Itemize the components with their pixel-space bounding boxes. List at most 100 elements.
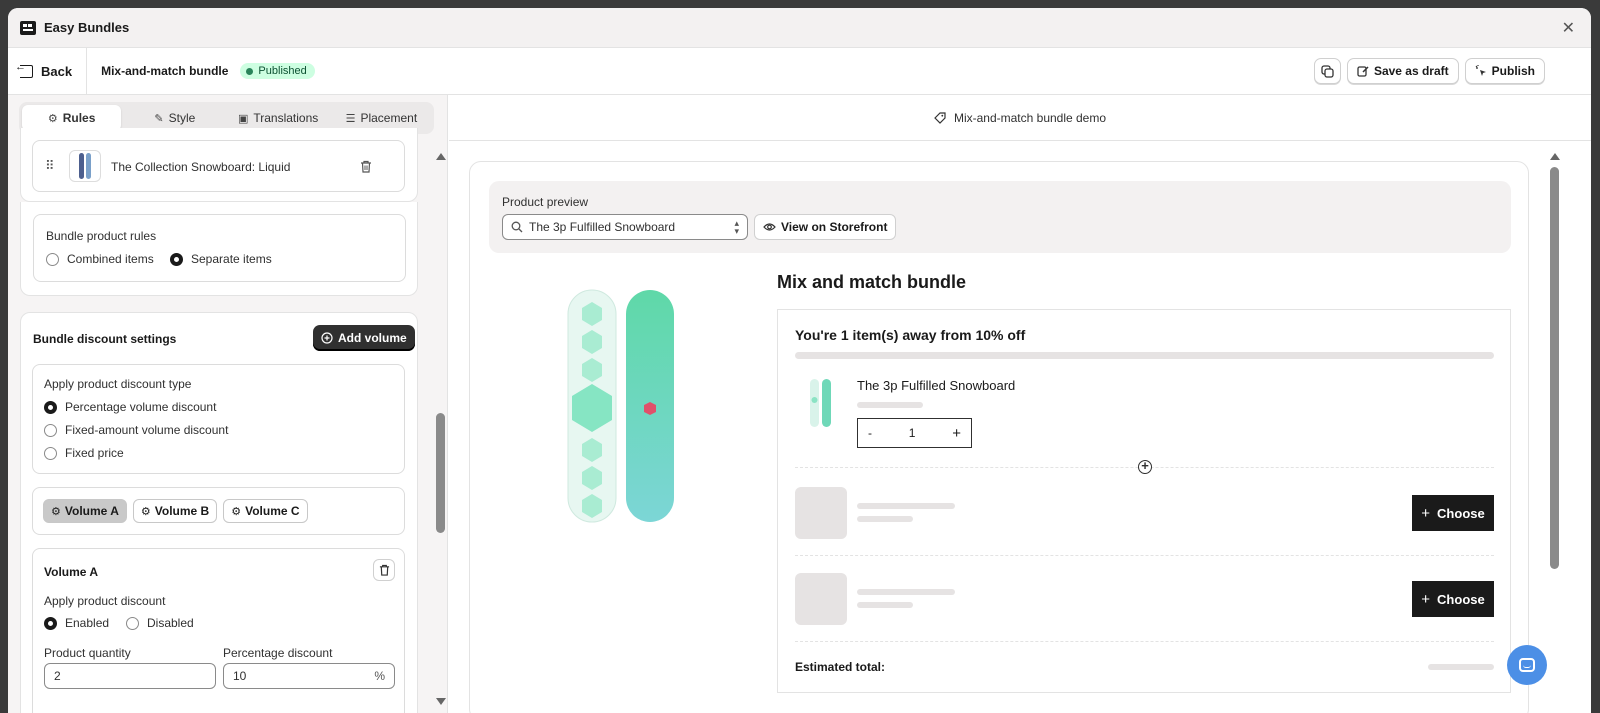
empty-slot-image (795, 573, 847, 625)
add-item-plus-icon: + (1138, 459, 1152, 474)
product-thumbnail (69, 150, 101, 182)
radio-enabled[interactable]: Enabled (44, 616, 109, 630)
select-chevron-icon: ▴ ▾ (734, 218, 739, 236)
empty-slot-price-skeleton (857, 602, 913, 608)
settings-panel: ⚙ Rules ✎ Style ▣ Translations ☰ Placeme… (8, 95, 448, 713)
product-quantity-label: Product quantity (44, 646, 131, 660)
radio-fixed-price-label: Fixed price (65, 446, 124, 460)
tab-style-label: Style (168, 111, 196, 125)
badge-percent-icon: ⚙ (231, 505, 242, 518)
choose-button-2[interactable]: + Choose (1412, 581, 1494, 617)
view-storefront-button[interactable]: View on Storefront (754, 214, 897, 240)
preview-panel: Mix-and-match bundle demo Product previe… (449, 95, 1591, 713)
item-price-skeleton (857, 402, 923, 408)
bundle-name: Mix-and-match bundle (101, 64, 229, 78)
view-storefront-label: View on Storefront (781, 220, 888, 234)
radio-circle (46, 252, 59, 266)
product-item: ⠿ The Collection Snowboard: Liquid (32, 140, 405, 192)
volume-delete-button[interactable] (373, 559, 395, 581)
bundle-rules-card: Bundle product rules Combined items Sepa… (20, 202, 418, 296)
chat-button[interactable] (1507, 645, 1547, 685)
increase-button[interactable]: + (952, 425, 961, 442)
app-title: Easy Bundles (44, 20, 130, 35)
eye-icon (763, 223, 776, 231)
radio-circle (44, 446, 57, 460)
save-draft-button[interactable]: Save as draft (1346, 58, 1459, 84)
title-bar: Easy Bundles ✕ (8, 8, 1591, 48)
tab-placement-label: Placement (360, 111, 418, 125)
discount-settings-card: Bundle discount settings Add volume Appl… (20, 312, 418, 713)
selected-product: The 3p Fulfilled Snowboard (529, 220, 676, 234)
product-select[interactable]: The 3p Fulfilled Snowboard ▴ ▾ (502, 214, 748, 240)
save-draft-label: Save as draft (1373, 64, 1449, 78)
scroll-up-arrow-icon[interactable] (1550, 153, 1560, 160)
product-quantity-input[interactable]: 2 (44, 663, 216, 689)
percentage-discount-label: Percentage discount (223, 646, 333, 660)
volume-b-button[interactable]: ⚙ Volume B (132, 499, 218, 523)
radio-fixed-amount[interactable]: Fixed-amount volume discount (44, 423, 228, 437)
header-actions: Save as draft Publish (1313, 58, 1545, 84)
decrease-button[interactable]: - (868, 426, 872, 440)
plus-circle-icon (321, 332, 333, 344)
empty-slot-price-skeleton (857, 516, 913, 522)
plus-icon: + (1421, 590, 1431, 608)
search-icon (511, 221, 523, 233)
radio-separate-items[interactable]: Separate items (170, 252, 272, 266)
product-name: The Collection Snowboard: Liquid (111, 160, 291, 174)
bundle-title: Mix and match bundle (777, 272, 967, 292)
radio-combined-label: Combined items (67, 252, 154, 266)
add-volume-label: Add volume (338, 331, 407, 345)
choose-label: Choose (1437, 505, 1485, 521)
radio-fixed-amount-label: Fixed-amount volume discount (65, 423, 229, 437)
settings-scrollbar[interactable] (436, 149, 446, 705)
scrollbar-thumb[interactable] (436, 413, 445, 533)
snowboard-thumb-icon (79, 153, 91, 179)
radio-enabled-label: Enabled (65, 616, 110, 630)
radio-percentage-volume[interactable]: Percentage volume discount (44, 400, 216, 414)
drag-handle-icon[interactable]: ⠿ (45, 158, 54, 174)
cursor-click-icon (1475, 65, 1486, 76)
radio-circle (126, 616, 139, 630)
quantity-stepper[interactable]: - 1 + (857, 418, 972, 448)
add-volume-button[interactable]: Add volume (313, 325, 415, 351)
radio-circle (44, 423, 57, 437)
page-header: Back Mix-and-match bundle Published Save… (8, 48, 1591, 95)
app-window: Easy Bundles ✕ Back Mix-and-match bundle… (8, 8, 1591, 713)
publish-button[interactable]: Publish (1464, 58, 1545, 84)
volume-c-label: Volume C (245, 504, 300, 518)
exit-arrow-icon (15, 61, 33, 78)
volume-a-button[interactable]: ⚙ Volume A (43, 499, 127, 523)
choose-button-1[interactable]: + Choose (1412, 495, 1494, 531)
selected-item-thumbnail (810, 379, 831, 427)
percentage-discount-input[interactable]: 10 % (223, 663, 395, 689)
percent-suffix: % (374, 669, 385, 683)
scroll-up-arrow-icon[interactable] (436, 153, 446, 160)
trash-icon (379, 564, 389, 576)
tab-translations-label: Translations (253, 111, 319, 125)
estimated-total-label: Estimated total: (795, 660, 886, 674)
estimated-total-skeleton (1428, 664, 1494, 670)
duplicate-button[interactable] (1313, 58, 1341, 84)
close-icon[interactable]: ✕ (1562, 18, 1575, 38)
radio-fixed-price[interactable]: Fixed price (44, 446, 124, 460)
radio-percentage-label: Percentage volume discount (65, 400, 217, 414)
back-label: Back (41, 63, 73, 79)
trash-icon[interactable] (360, 160, 372, 173)
radio-combined-items[interactable]: Combined items (46, 252, 154, 266)
scrollbar-thumb[interactable] (1550, 167, 1559, 569)
radio-disabled[interactable]: Disabled (126, 616, 194, 630)
volume-c-button[interactable]: ⚙ Volume C (223, 499, 308, 523)
tab-rules-label: Rules (62, 111, 96, 125)
preview-scrollbar[interactable] (1550, 153, 1560, 713)
volume-b-label: Volume B (154, 504, 210, 518)
back-button[interactable]: Back (15, 48, 88, 94)
empty-slot-title-skeleton (857, 589, 955, 595)
selected-item-name: The 3p Fulfilled Snowboard (857, 378, 1016, 393)
storefront-preview: Product preview The 3p Fulfilled Snowboa… (469, 161, 1529, 713)
volume-tabs-box: ⚙ Volume A ⚙ Volume B ⚙ Volume C (32, 487, 405, 535)
product-quantity-value: 2 (54, 669, 61, 683)
apply-discount-label: Apply product discount (44, 594, 166, 608)
edit-icon (1357, 66, 1369, 77)
bundle-rules-title: Bundle product rules (46, 229, 157, 243)
scroll-down-arrow-icon[interactable] (436, 698, 446, 705)
